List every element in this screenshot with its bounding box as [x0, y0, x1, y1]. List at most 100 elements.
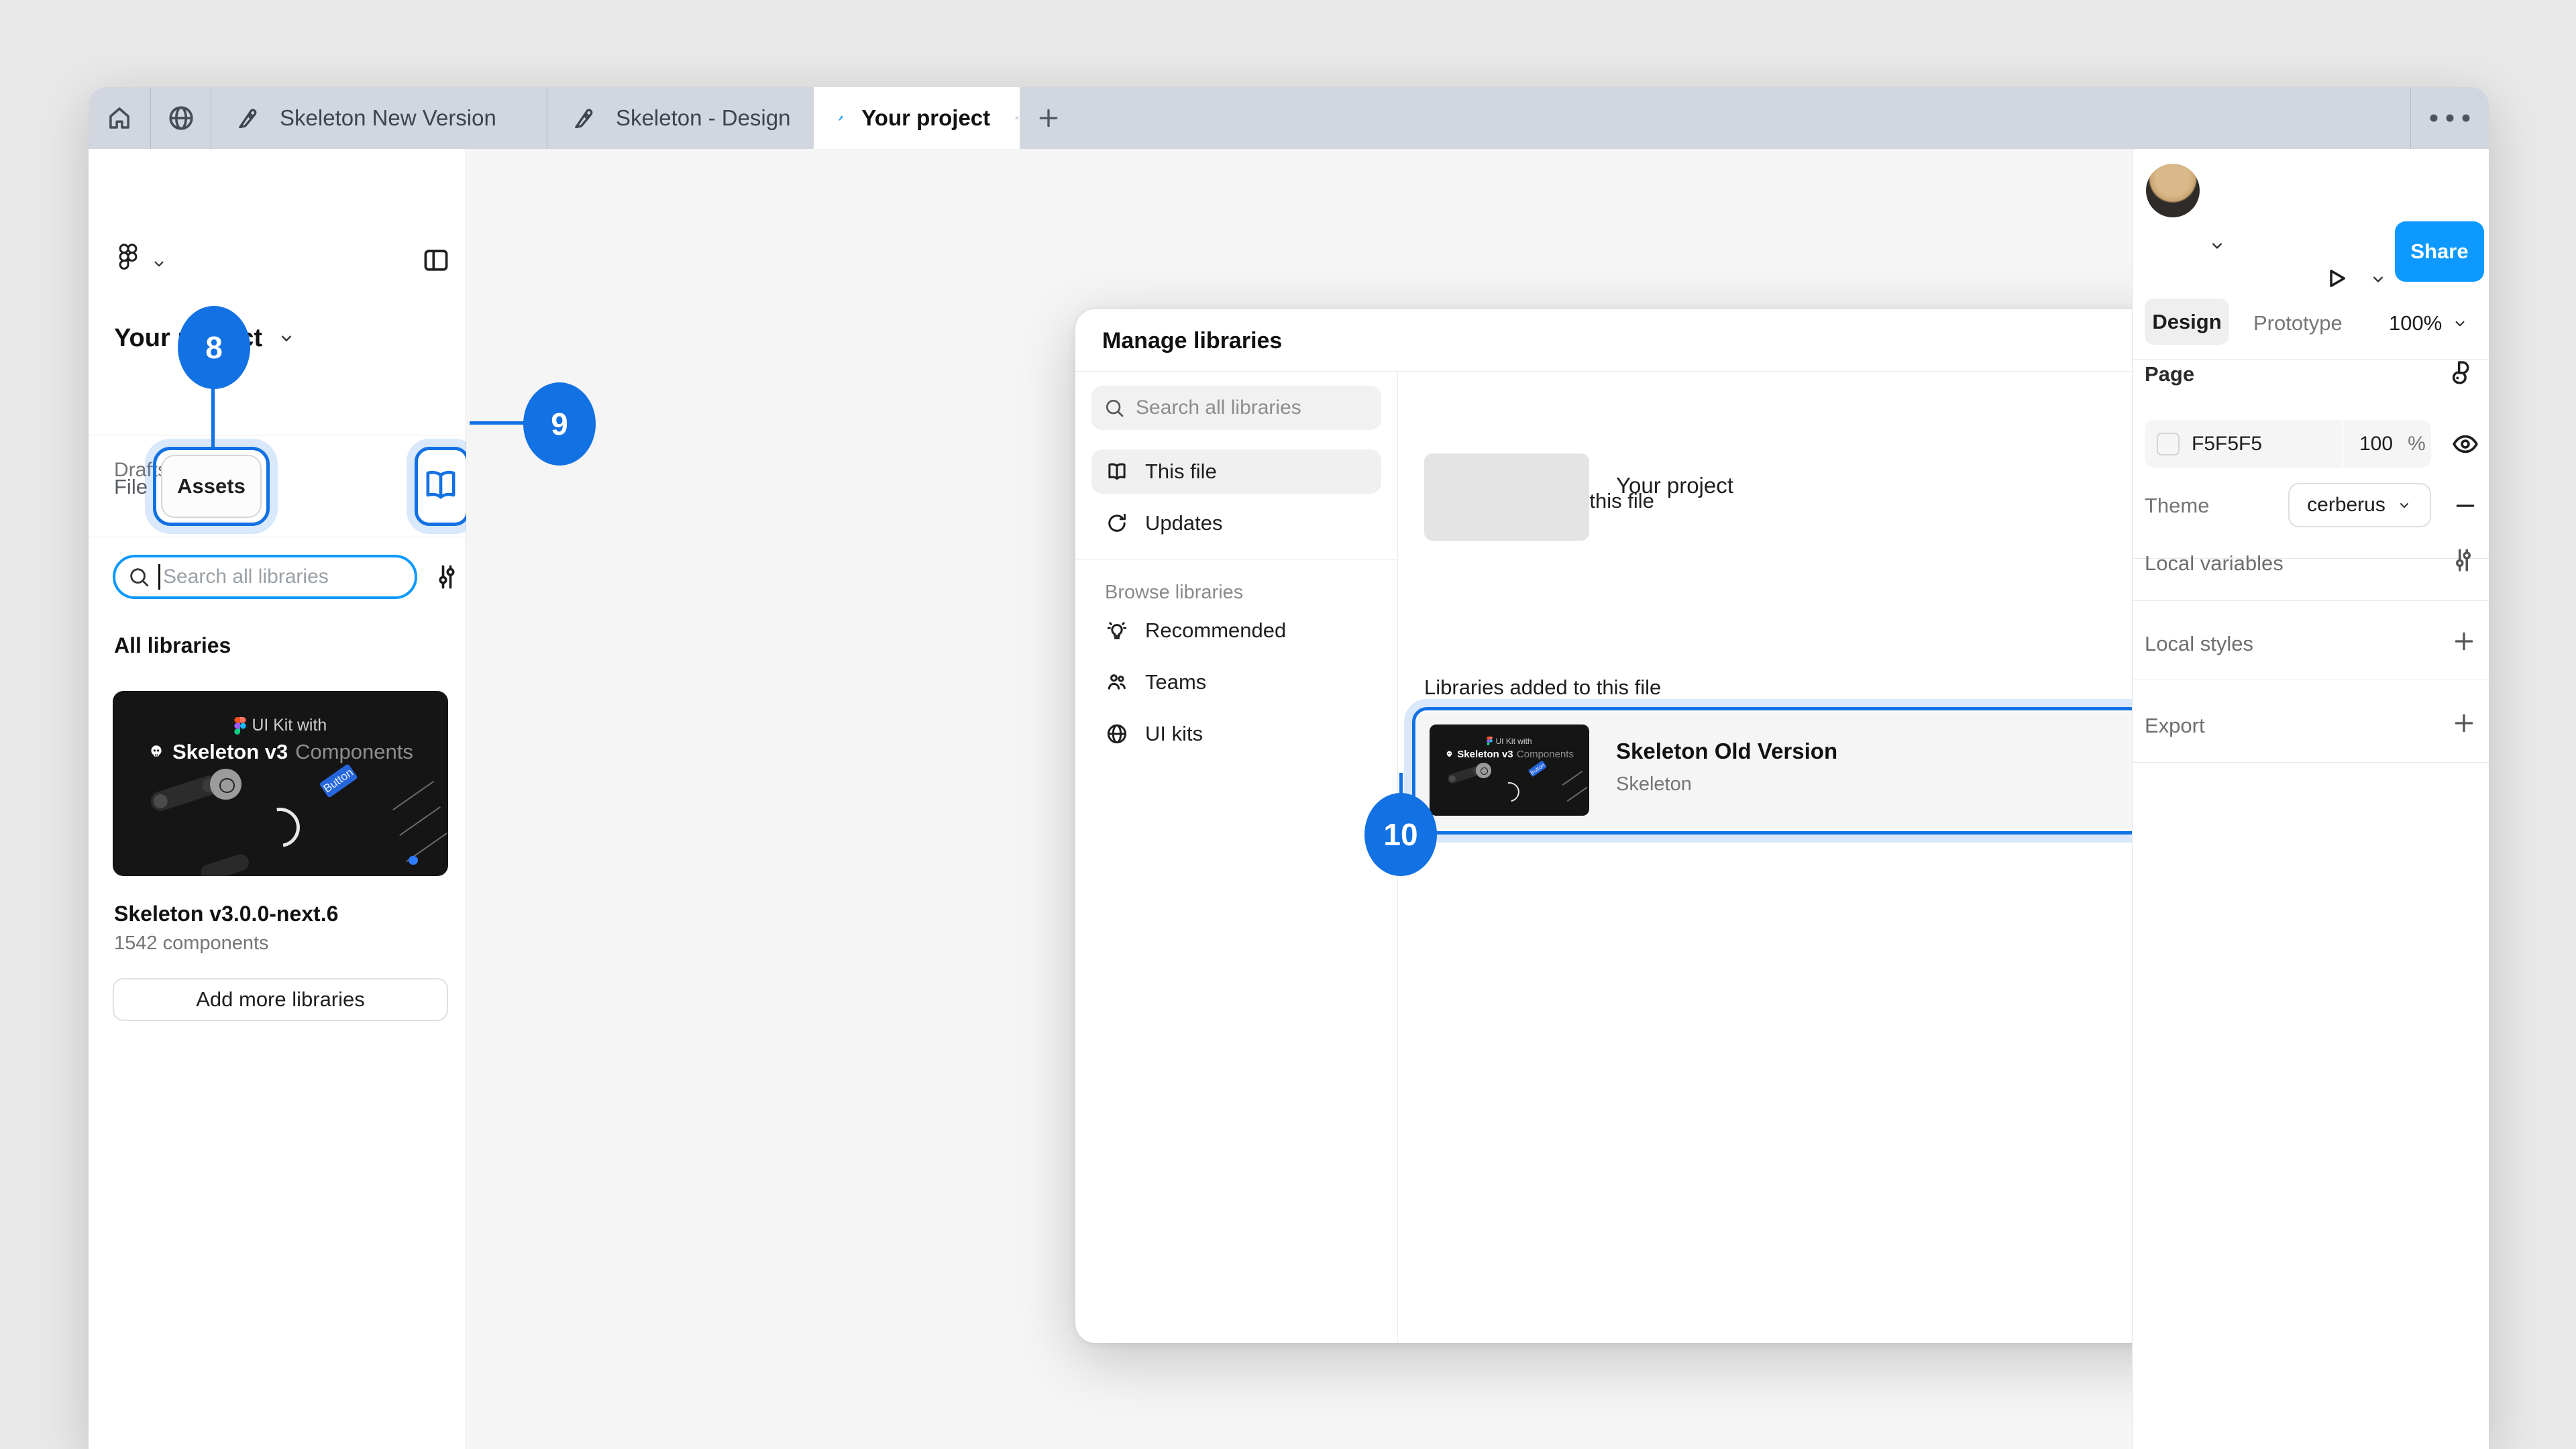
nav-ui-kits[interactable]: UI kits	[1091, 712, 1381, 756]
zoom-menu[interactable]: 100%	[2389, 311, 2469, 335]
right-panel: Share Design Prototype 100% Page F5F5F5 …	[2132, 149, 2489, 1449]
eye-icon	[2451, 429, 2480, 459]
figma-logo-color-icon	[1487, 737, 1493, 745]
avatar[interactable]	[2146, 164, 2200, 217]
avatar-graphic	[210, 769, 241, 800]
spinner-graphic	[1496, 778, 1523, 805]
line-graphic	[399, 806, 441, 836]
card-line1: UI Kit with	[113, 716, 448, 735]
remove-theme-button[interactable]	[2452, 492, 2479, 519]
card-line2: Skeleton v3 Components	[113, 740, 448, 764]
badge-9-number: 9	[551, 406, 568, 442]
more-options-button[interactable]	[2411, 87, 2489, 149]
tab-bar: Skeleton New Version Skeleton - Design Y…	[89, 87, 2489, 149]
nav-teams[interactable]: Teams	[1091, 660, 1381, 704]
annotation-badge-8: 8	[178, 306, 250, 389]
card-line1-text: UI Kit with	[252, 716, 327, 735]
share-button[interactable]: Share	[2395, 221, 2484, 282]
design-canvas[interactable]: Manage libraries This file Updates	[466, 149, 2132, 1449]
plus-icon	[1035, 105, 1062, 131]
theme-value: cerberus	[2307, 494, 2385, 517]
tab-skeleton-design[interactable]: Skeleton - Design	[547, 87, 814, 149]
figma-logo-icon	[115, 241, 141, 278]
close-tab-icon[interactable]	[1014, 107, 1020, 129]
card-title-suffix: Components	[295, 740, 413, 764]
open-variables-button[interactable]	[2449, 546, 2477, 574]
page-color-field[interactable]: F5F5F5 100 %	[2145, 420, 2431, 468]
avatar-graphic	[1476, 763, 1491, 778]
local-styles-label: Local styles	[2145, 632, 2253, 656]
nav-ui-kits-label: UI kits	[1145, 722, 1203, 746]
sliders-icon	[432, 562, 462, 592]
search-icon	[127, 566, 150, 588]
modal-search-field[interactable]	[1091, 386, 1381, 430]
library-search-field[interactable]	[113, 555, 417, 599]
annotation-connector-9	[470, 421, 526, 425]
color-opacity-value[interactable]: 100	[2359, 433, 2393, 455]
all-libraries-heading: All libraries	[114, 633, 231, 658]
globe-icon	[1105, 722, 1129, 746]
tab-your-project[interactable]: Your project	[814, 87, 1020, 149]
add-more-libraries-button[interactable]: Add more libraries	[113, 978, 448, 1021]
divider	[2133, 359, 2489, 360]
chevron-down-icon	[277, 329, 296, 347]
color-swatch[interactable]	[2157, 433, 2180, 455]
line-graphic	[1562, 771, 1583, 786]
divider	[2133, 762, 2489, 763]
nav-updates[interactable]: Updates	[1091, 501, 1381, 545]
tab-label: Skeleton - Design	[616, 105, 790, 131]
filter-sort-button[interactable]	[432, 562, 462, 592]
open-libraries-button[interactable]	[420, 464, 462, 506]
card-line1-text: UI Kit with	[1496, 737, 1532, 746]
percent-sign: %	[2408, 433, 2426, 455]
browse-community-button[interactable]	[151, 87, 211, 149]
theme-label: Theme	[2145, 494, 2209, 518]
add-style-button[interactable]	[2451, 628, 2477, 655]
library-component-count: 1542 components	[114, 932, 269, 955]
present-options-chevron-icon[interactable]	[2369, 270, 2387, 288]
card-title-suffix: Components	[1517, 749, 1574, 760]
modal-search-input[interactable]	[1134, 396, 1362, 420]
tab-design-label: Design	[2152, 310, 2221, 334]
left-sidebar: Your project Drafts File Assets A	[89, 149, 466, 1449]
text-caret	[158, 564, 160, 590]
dot-graphic	[409, 856, 418, 865]
line-graphic	[1567, 787, 1588, 802]
home-button[interactable]	[89, 87, 150, 149]
toggle-panel-button[interactable]	[421, 246, 451, 275]
chevron-down-icon[interactable]	[2208, 236, 2226, 255]
library-thumbnail[interactable]: UI Kit with Skeleton v3 Components Butto…	[113, 691, 448, 876]
theme-dropdown[interactable]: cerberus	[2288, 483, 2431, 527]
figma-menu-button[interactable]	[115, 241, 141, 278]
lightbulb-icon	[1105, 619, 1129, 643]
minus-icon	[2452, 492, 2479, 519]
nav-this-file[interactable]: This file	[1091, 449, 1381, 494]
chevron-down-icon	[2451, 315, 2469, 332]
nav-recommended[interactable]: Recommended	[1091, 608, 1381, 653]
add-export-button[interactable]	[2451, 710, 2477, 737]
badge-8-number: 8	[205, 329, 223, 366]
tab-label: Skeleton New Version	[280, 105, 496, 131]
tab-prototype[interactable]: Prototype	[2253, 311, 2343, 335]
play-icon	[2322, 264, 2350, 292]
tab-assets[interactable]: Assets	[161, 455, 262, 518]
manage-libraries-modal: Manage libraries This file Updates	[1075, 309, 2305, 1343]
tab-skeleton-new-version[interactable]: Skeleton New Version	[211, 87, 547, 149]
new-tab-button[interactable]	[1025, 87, 1072, 149]
divider	[2133, 600, 2489, 601]
tab-design[interactable]: Design	[2145, 299, 2229, 345]
search-input[interactable]	[162, 565, 383, 589]
divider	[1075, 371, 2305, 372]
library-name[interactable]: Skeleton v3.0.0-next.6	[114, 902, 338, 926]
tab-assets-label: Assets	[177, 474, 246, 498]
tab-file[interactable]: File	[114, 475, 148, 499]
globe-icon	[166, 103, 196, 133]
panel-toggle-icon	[421, 246, 451, 275]
figma-logo-color-icon	[234, 717, 246, 735]
skull-icon	[148, 743, 165, 761]
plus-icon	[2451, 710, 2477, 737]
color-hex-value[interactable]: F5F5F5	[2192, 433, 2262, 455]
page-styles-button[interactable]	[2448, 358, 2476, 386]
toggle-visibility-button[interactable]	[2451, 429, 2480, 459]
present-button[interactable]	[2322, 264, 2350, 292]
